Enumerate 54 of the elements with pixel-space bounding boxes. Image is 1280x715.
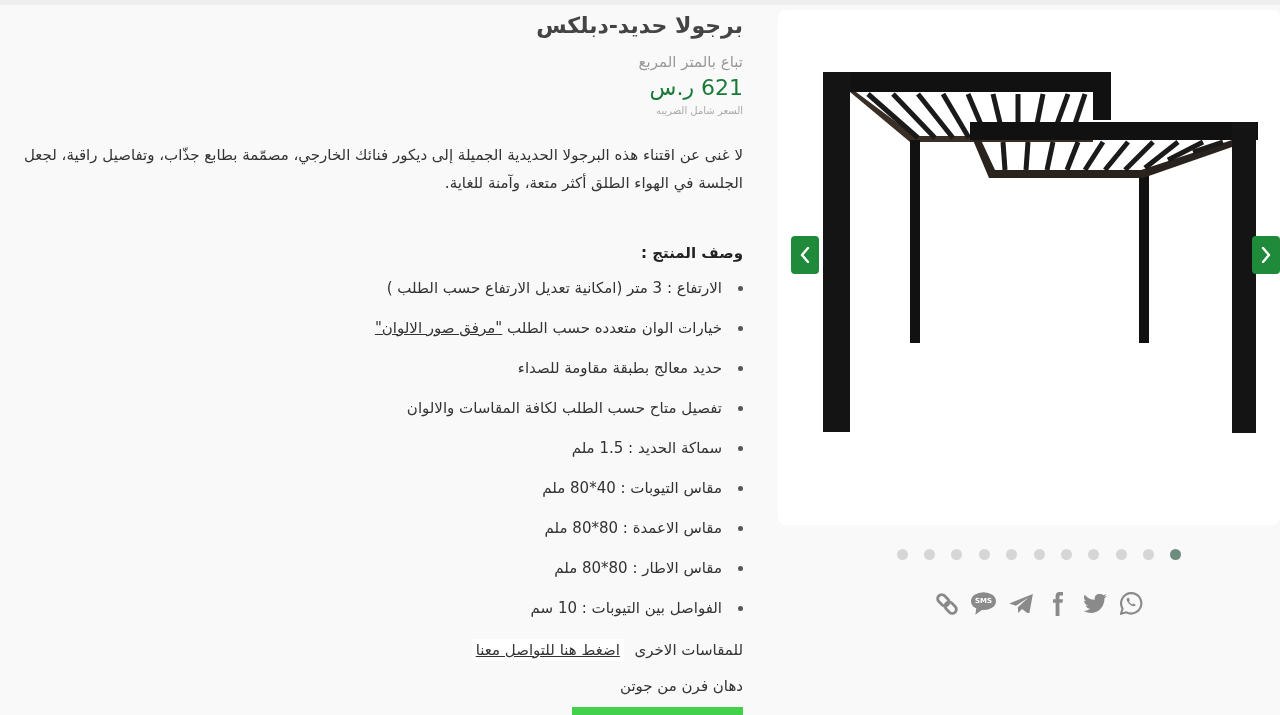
action-button[interactable] [572, 707, 743, 715]
price: 621 ر.س [648, 74, 743, 102]
spec-text: مقاس الاعمدة : 80*80 ملم [544, 518, 722, 539]
paint-note: دهان فرن من جوتن [619, 676, 743, 697]
slide-dot[interactable] [896, 549, 908, 560]
bullet-icon [738, 605, 743, 611]
paper-plane-icon [1008, 594, 1033, 613]
spec-text: سماكة الحديد : 1.5 ملم [571, 438, 722, 459]
bullet-icon [738, 285, 743, 291]
chain-link-icon [935, 592, 958, 615]
spec-text: مقاس التيوبات : 40*80 ملم [542, 478, 722, 499]
bullet-icon [738, 405, 743, 411]
share-button[interactable] [1119, 591, 1144, 616]
spec-text: الفواصل بين التيوبات : 10 سم [530, 598, 722, 619]
spec-text: الارتفاع : 3 متر (امكانية تعديل الارتفاع حسب الطلب ) [386, 278, 722, 299]
spec-text: مقاس الاطار : 80*80 ملم [554, 558, 722, 579]
slide-dot[interactable] [1115, 549, 1127, 560]
spec-text: خيارات الوان متعدده حسب الطلب "مرفق صور الالوان" [374, 318, 722, 339]
bullet-icon [738, 565, 743, 571]
chevron-left-icon [800, 247, 810, 263]
bullet-icon [738, 445, 743, 451]
right-arrow-button[interactable] [1252, 236, 1280, 274]
colors-link[interactable]: "مرفق صور الالوان" [374, 319, 503, 337]
slide-dot[interactable] [1006, 549, 1018, 560]
contact-link[interactable]: اضغط هنا للتواصل معنا [471, 639, 624, 661]
share-button[interactable] [1082, 591, 1107, 616]
bullet-icon [738, 365, 743, 371]
slide-dot[interactable] [1060, 549, 1072, 560]
slide-dot[interactable] [978, 549, 990, 560]
contact-text: للمقاسات الاخرى اضغط هنا للتواصل معنا [5, 637, 743, 663]
chevron-right-icon [1261, 247, 1271, 263]
slide-dot[interactable] [951, 549, 963, 560]
slide-dot[interactable] [1088, 549, 1100, 560]
spec-text: حديد معالج بطبقة مقاومة للصداء [517, 358, 722, 379]
bird-icon [1082, 594, 1107, 613]
letter-f-icon [1052, 591, 1063, 616]
slide-dot[interactable] [923, 549, 935, 560]
bullet-icon [738, 525, 743, 531]
speech-bubble-icon [971, 592, 996, 615]
tax-note: السعر شامل الضريبه [655, 104, 743, 118]
description-paragraph: لا غنى عن اقتناء هذه البرجولا الحديدية الجميلة إلى ديكور فنائك الخارجي، مصمّمة بطابع جذّاب، وتفاصيل راقية، لجعل الجلسة في الهواء الطلق أكثر متعة، وآمنة للغاية. [22, 145, 743, 195]
slide-dot[interactable] [1170, 549, 1182, 560]
bullet-icon [738, 325, 743, 331]
share-button[interactable] [934, 591, 959, 616]
product-title: برجولا حديد-دبلكس [535, 12, 743, 41]
slide-dot[interactable] [1033, 549, 1045, 560]
share-button[interactable] [1008, 591, 1033, 616]
slide-dot[interactable] [1143, 549, 1155, 560]
spec-text: تفصيل متاح حسب الطلب لكافة المقاسات والالوان [406, 398, 722, 419]
section-heading: وصف المنتج : [640, 243, 743, 264]
phone-bubble-icon [1120, 592, 1143, 615]
left-arrow-button[interactable] [791, 236, 819, 274]
unit-note: تباع بالمتر المربع [637, 52, 743, 73]
bullet-icon [738, 485, 743, 491]
